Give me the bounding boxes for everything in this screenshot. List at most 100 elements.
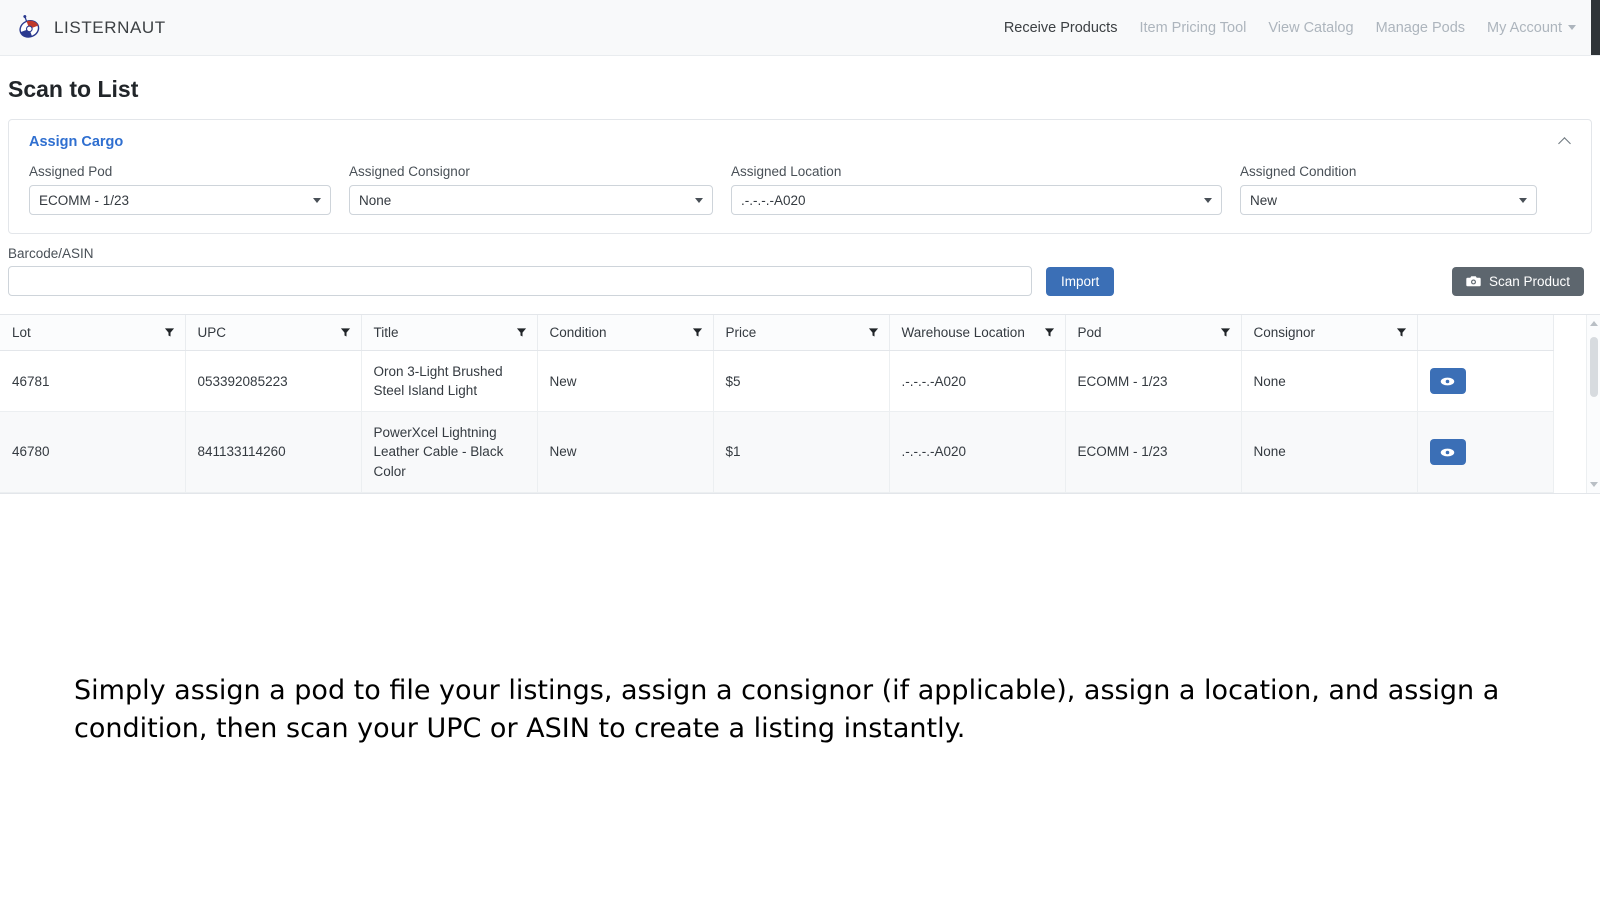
- products-table-body: 46781 053392085223 Oron 3-Light Brushed …: [0, 351, 1553, 493]
- field-assigned-consignor: Assigned Consignor None: [349, 164, 713, 215]
- scroll-up-arrow-icon[interactable]: [1590, 321, 1598, 326]
- column-label-title: Title: [374, 325, 399, 340]
- assigned-pod-value: ECOMM - 1/23: [39, 193, 129, 208]
- nav-links: Receive Products Item Pricing Tool View …: [1004, 20, 1576, 36]
- filter-funnel-icon[interactable]: [1220, 327, 1231, 338]
- column-label-lot: Lot: [12, 325, 31, 340]
- cell-condition: New: [537, 412, 713, 492]
- cell-upc: 841133114260: [185, 412, 361, 492]
- column-label-condition: Condition: [550, 325, 607, 340]
- cell-lot: 46780: [0, 412, 185, 492]
- page-body: Scan to List Assign Cargo Assigned Pod E…: [0, 56, 1600, 748]
- cell-title: Oron 3-Light Brushed Steel Island Light: [361, 351, 537, 412]
- assigned-pod-select[interactable]: ECOMM - 1/23: [29, 185, 331, 215]
- filter-funnel-icon[interactable]: [516, 327, 527, 338]
- assigned-location-value: .-.-.-.-A020: [741, 193, 806, 208]
- table-header-row: Lot UPC Title: [0, 315, 1553, 351]
- assigned-condition-label: Assigned Condition: [1240, 164, 1537, 179]
- column-header-price[interactable]: Price: [713, 315, 889, 351]
- table-row[interactable]: 46780 841133114260 PowerXcel Lightning L…: [0, 412, 1553, 492]
- caption-text: Simply assign a pod to file your listing…: [74, 672, 1514, 749]
- field-assigned-pod: Assigned Pod ECOMM - 1/23: [29, 164, 331, 215]
- scrollbar-thumb[interactable]: [1590, 337, 1598, 397]
- products-table-head: Lot UPC Title: [0, 315, 1553, 351]
- assigned-consignor-value: None: [359, 193, 391, 208]
- scan-product-label: Scan Product: [1489, 274, 1570, 289]
- chevron-down-icon: [313, 198, 321, 203]
- cell-consignor: None: [1241, 412, 1417, 492]
- cell-price: $5: [713, 351, 889, 412]
- products-table-container: Lot UPC Title: [0, 314, 1600, 494]
- column-header-actions: [1417, 315, 1553, 351]
- page-title: Scan to List: [0, 56, 1600, 119]
- chevron-down-icon: [1204, 198, 1212, 203]
- assign-cargo-header[interactable]: Assign Cargo: [9, 120, 1591, 160]
- nav-link-view-catalog[interactable]: View Catalog: [1268, 20, 1353, 36]
- table-vertical-scrollbar[interactable]: [1586, 315, 1600, 493]
- eye-view-icon: [1440, 447, 1455, 458]
- cell-title: PowerXcel Lightning Leather Cable - Blac…: [361, 412, 537, 492]
- assign-fields-row: Assigned Pod ECOMM - 1/23 Assigned Consi…: [9, 160, 1591, 233]
- field-assigned-condition: Assigned Condition New: [1240, 164, 1537, 215]
- nav-link-my-account-label: My Account: [1487, 20, 1562, 36]
- scan-product-button[interactable]: Scan Product: [1452, 267, 1584, 296]
- cell-pod: ECOMM - 1/23: [1065, 351, 1241, 412]
- eye-view-icon: [1440, 376, 1455, 387]
- view-row-button[interactable]: [1430, 439, 1466, 465]
- column-label-pod: Pod: [1078, 325, 1102, 340]
- column-header-pod[interactable]: Pod: [1065, 315, 1241, 351]
- column-header-consignor[interactable]: Consignor: [1241, 315, 1417, 351]
- nav-link-manage-pods[interactable]: Manage Pods: [1376, 20, 1465, 36]
- filter-funnel-icon[interactable]: [1044, 327, 1055, 338]
- assigned-location-select[interactable]: .-.-.-.-A020: [731, 185, 1222, 215]
- column-label-warehouse-location: Warehouse Location: [902, 325, 1025, 340]
- filter-funnel-icon[interactable]: [692, 327, 703, 338]
- table-row[interactable]: 46781 053392085223 Oron 3-Light Brushed …: [0, 351, 1553, 412]
- column-header-lot[interactable]: Lot: [0, 315, 185, 351]
- import-button[interactable]: Import: [1046, 267, 1114, 296]
- chevron-down-icon: [1568, 25, 1576, 30]
- filter-funnel-icon[interactable]: [164, 327, 175, 338]
- listernaut-logo-icon: [14, 13, 44, 43]
- column-header-condition[interactable]: Condition: [537, 315, 713, 351]
- cell-actions: [1417, 412, 1553, 492]
- cell-lot: 46781: [0, 351, 185, 412]
- chevron-up-icon[interactable]: [1559, 135, 1573, 149]
- chevron-down-icon: [695, 198, 703, 203]
- chevron-down-icon: [1519, 198, 1527, 203]
- assigned-location-label: Assigned Location: [731, 164, 1222, 179]
- brand[interactable]: LISTERNAUT: [14, 13, 166, 43]
- column-header-warehouse-location[interactable]: Warehouse Location: [889, 315, 1065, 351]
- filter-funnel-icon[interactable]: [868, 327, 879, 338]
- assign-cargo-title: Assign Cargo: [29, 134, 123, 150]
- window-edge-strip: [1591, 0, 1600, 55]
- filter-funnel-icon[interactable]: [340, 327, 351, 338]
- assign-cargo-card: Assign Cargo Assigned Pod ECOMM - 1/23 A…: [8, 119, 1592, 234]
- filter-funnel-icon[interactable]: [1396, 327, 1407, 338]
- cell-condition: New: [537, 351, 713, 412]
- cell-warehouse-location: .-.-.-.-A020: [889, 412, 1065, 492]
- barcode-label: Barcode/ASIN: [8, 246, 1600, 261]
- cell-price: $1: [713, 412, 889, 492]
- assigned-consignor-select[interactable]: None: [349, 185, 713, 215]
- cell-pod: ECOMM - 1/23: [1065, 412, 1241, 492]
- assigned-condition-value: New: [1250, 193, 1277, 208]
- nav-link-my-account[interactable]: My Account: [1487, 20, 1576, 36]
- nav-link-item-pricing-tool[interactable]: Item Pricing Tool: [1139, 20, 1246, 36]
- column-header-title[interactable]: Title: [361, 315, 537, 351]
- column-label-consignor: Consignor: [1254, 325, 1316, 340]
- scroll-down-arrow-icon[interactable]: [1590, 482, 1598, 487]
- brand-name: LISTERNAUT: [54, 18, 166, 38]
- view-row-button[interactable]: [1430, 368, 1466, 394]
- column-header-upc[interactable]: UPC: [185, 315, 361, 351]
- top-navbar: LISTERNAUT Receive Products Item Pricing…: [0, 0, 1600, 56]
- cell-warehouse-location: .-.-.-.-A020: [889, 351, 1065, 412]
- field-assigned-location: Assigned Location .-.-.-.-A020: [731, 164, 1222, 215]
- assigned-consignor-label: Assigned Consignor: [349, 164, 713, 179]
- cell-upc: 053392085223: [185, 351, 361, 412]
- column-label-price: Price: [726, 325, 757, 340]
- barcode-input[interactable]: [8, 266, 1032, 296]
- assigned-condition-select[interactable]: New: [1240, 185, 1537, 215]
- products-table: Lot UPC Title: [0, 315, 1554, 493]
- nav-link-receive-products[interactable]: Receive Products: [1004, 20, 1118, 36]
